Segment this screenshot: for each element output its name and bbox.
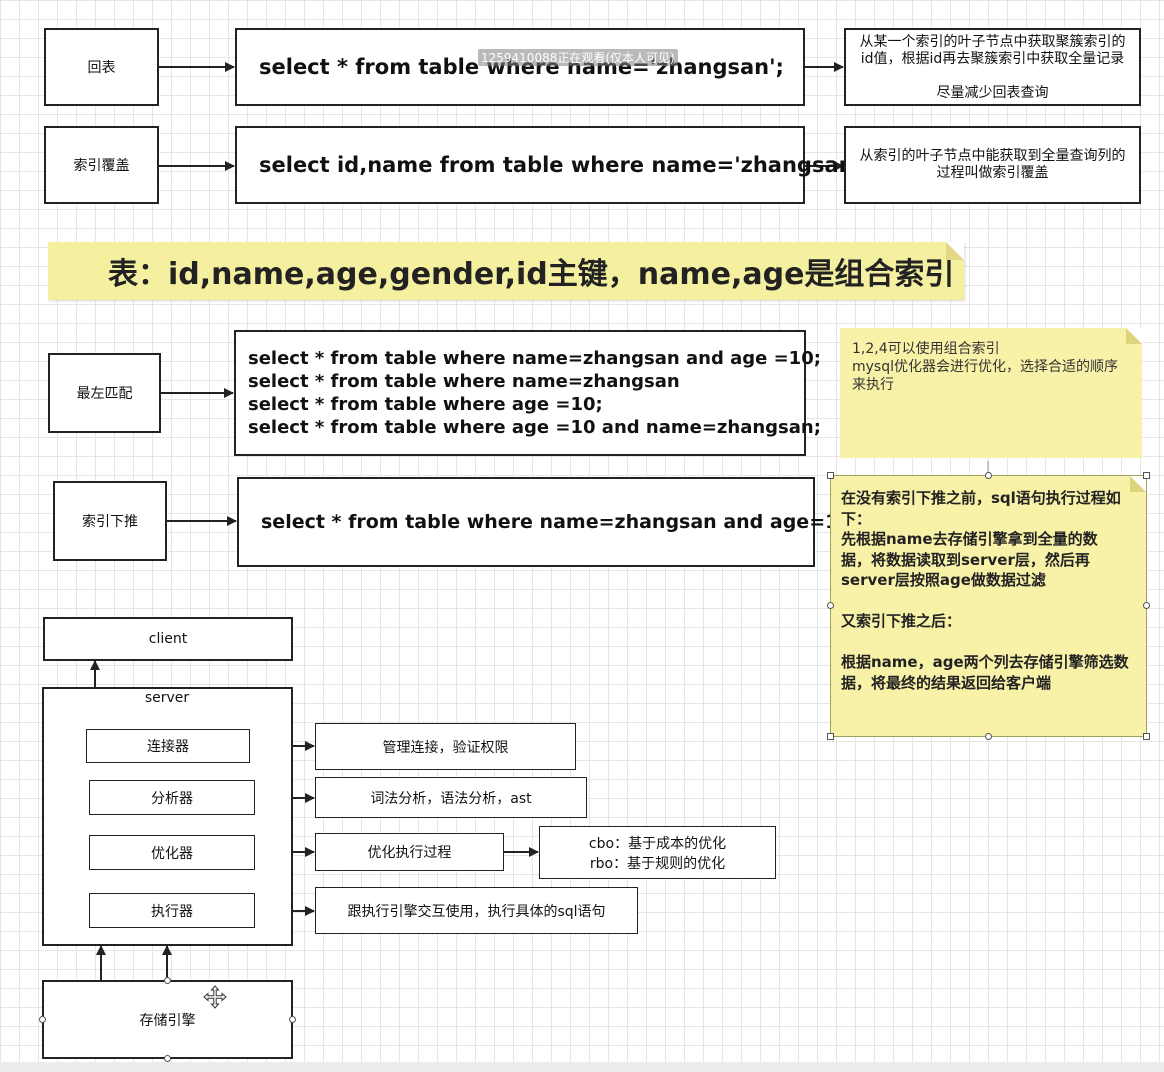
optimizer-detail-box: cbo：基于成本的优化 rbo：基于规则的优化: [539, 826, 776, 879]
leftmost-label: 最左匹配: [76, 386, 133, 402]
resize-handle[interactable]: [827, 602, 834, 609]
leftmost-sql-4: select * from table where age =10 and na…: [248, 417, 821, 438]
covering-note-line1: 从索引的叶子节点中能获取到全量查询列的: [859, 148, 1126, 164]
leftmost-note-line1: 1,2,4可以使用组合索引: [852, 341, 1000, 357]
resize-handle[interactable]: [1143, 733, 1150, 740]
covering-note-line2: 过程叫做索引覆盖: [936, 165, 1049, 181]
covering-label: 索引覆盖: [73, 158, 130, 174]
covering-label-box: 索引覆盖: [44, 126, 159, 204]
resize-handle[interactable]: [1143, 472, 1150, 479]
huibiao-label-box: 回表: [44, 28, 159, 106]
resize-handle[interactable]: [827, 733, 834, 740]
optimizer-desc-box: 优化执行过程: [315, 833, 504, 871]
pushdown-label-box: 索引下推: [53, 481, 167, 561]
pushdown-sql: select * from table where name=zhangsan …: [261, 511, 860, 533]
executor-component: 执行器: [89, 893, 255, 928]
huibiao-label: 回表: [87, 60, 116, 76]
leftmost-label-box: 最左匹配: [48, 353, 161, 433]
optimizer-desc: 优化执行过程: [367, 845, 452, 861]
leftmost-sql-2: select * from table where name=zhangsan: [248, 371, 680, 392]
connector-desc-box: 管理连接，验证权限: [315, 723, 576, 770]
optimizer-component: 优化器: [89, 835, 255, 870]
watermark: 1259410088正在观看(仅本人可见): [478, 49, 678, 66]
pushdown-note-line2: 下：: [841, 509, 872, 528]
connection-point[interactable]: [164, 1055, 171, 1062]
covering-sql: select id,name from table where name='zh…: [259, 153, 869, 177]
table-schema-banner: 表：id,name,age,gender,id主键，name,age是组合索引: [48, 242, 964, 300]
huibiao-note-line1: 从某一个索引的叶子节点中获取聚簇索引的: [859, 34, 1126, 50]
pushdown-sticky-note[interactable]: 在没有索引下推之前，sql语句执行过程如 下： 先根据name去存储引擎拿到全量…: [830, 475, 1147, 737]
resize-handle[interactable]: [985, 472, 992, 479]
pushdown-note-line10: 据，将最终的结果返回给客户端: [841, 673, 1052, 692]
analyzer-component: 分析器: [89, 780, 255, 815]
executor-desc: 跟执行引擎交互使用，执行具体的sql语句: [347, 903, 606, 920]
leftmost-sql-1: select * from table where name=zhangsan …: [248, 348, 821, 369]
connection-point[interactable]: [289, 1016, 296, 1023]
huibiao-note-line2: id值，根据id再去聚簇索引中获取全量记录: [860, 51, 1125, 67]
resize-handle[interactable]: [1143, 602, 1150, 609]
leftmost-note-line3: 来执行: [852, 377, 894, 393]
executor-desc-box: 跟执行引擎交互使用，执行具体的sql语句: [315, 887, 638, 934]
pushdown-note-spacer: [841, 632, 1136, 653]
analyzer-desc: 词法分析，语法分析，ast: [370, 790, 532, 807]
pushdown-note-line3: 先根据name去存储引擎拿到全量的数: [841, 530, 1098, 548]
analyzer-desc-box: 词法分析，语法分析，ast: [315, 777, 587, 818]
pushdown-note-line7: 又索引下推之后：: [841, 612, 962, 630]
leftmost-note-line2: mysql优化器会进行优化，选择合适的顺序: [852, 359, 1118, 375]
huibiao-note-box: 从某一个索引的叶子节点中获取聚簇索引的 id值，根据id再去聚簇索引中获取全量记…: [844, 28, 1141, 106]
pushdown-note-line4: 据，将数据读取到server层，然后再: [841, 550, 1090, 569]
huibiao-note-line3: 尽量减少回表查询: [936, 85, 1049, 101]
connector-label: 连接器: [147, 739, 189, 755]
leftmost-sql-box: select * from table where name=zhangsan …: [234, 330, 821, 456]
leftmost-sticky-note: 1,2,4可以使用组合索引 mysql优化器会进行优化，选择合适的顺序 来执行: [840, 328, 1142, 458]
connector-component: 连接器: [86, 729, 250, 763]
banner-text: 表：id,name,age,gender,id主键，name,age是组合索引: [108, 257, 955, 292]
pushdown-note-line1: 在没有索引下推之前，sql语句执行过程如: [841, 489, 1121, 507]
server-label: server: [144, 690, 190, 706]
connection-point[interactable]: [39, 1016, 46, 1023]
pushdown-note-spacer: [841, 591, 1136, 612]
resize-handle[interactable]: [827, 472, 834, 479]
client-label: client: [148, 631, 188, 647]
leftmost-sql-3: select * from table where age =10;: [248, 394, 603, 415]
bottom-bar: [0, 1062, 1164, 1072]
storage-engine-label: 存储引擎: [139, 1012, 196, 1029]
huibiao-sql-box: select * from table where name='zhangsan…: [235, 28, 805, 106]
rbo-line: rbo：基于规则的优化: [589, 855, 726, 872]
storage-engine-box[interactable]: 存储引擎: [42, 980, 293, 1059]
connector-desc: 管理连接，验证权限: [382, 739, 509, 756]
client-box: client: [43, 617, 293, 661]
pushdown-note-line5: server层按照age做数据过滤: [841, 571, 1046, 589]
connection-point[interactable]: [164, 977, 171, 984]
pushdown-note-line9: 根据name，age两个列去存储引擎筛选数: [841, 653, 1129, 671]
move-cursor-icon: [203, 985, 227, 1009]
covering-note-box: 从索引的叶子节点中能获取到全量查询列的 过程叫做索引覆盖: [844, 126, 1141, 204]
covering-sql-box: select id,name from table where name='zh…: [235, 126, 868, 204]
pushdown-sql-box: select * from table where name=zhangsan …: [237, 477, 859, 567]
cbo-line: cbo：基于成本的优化: [588, 835, 727, 852]
pushdown-label: 索引下推: [82, 514, 138, 530]
resize-handle[interactable]: [985, 733, 992, 740]
optimizer-label: 优化器: [151, 845, 193, 862]
analyzer-label: 分析器: [151, 790, 193, 807]
executor-label: 执行器: [151, 903, 193, 920]
